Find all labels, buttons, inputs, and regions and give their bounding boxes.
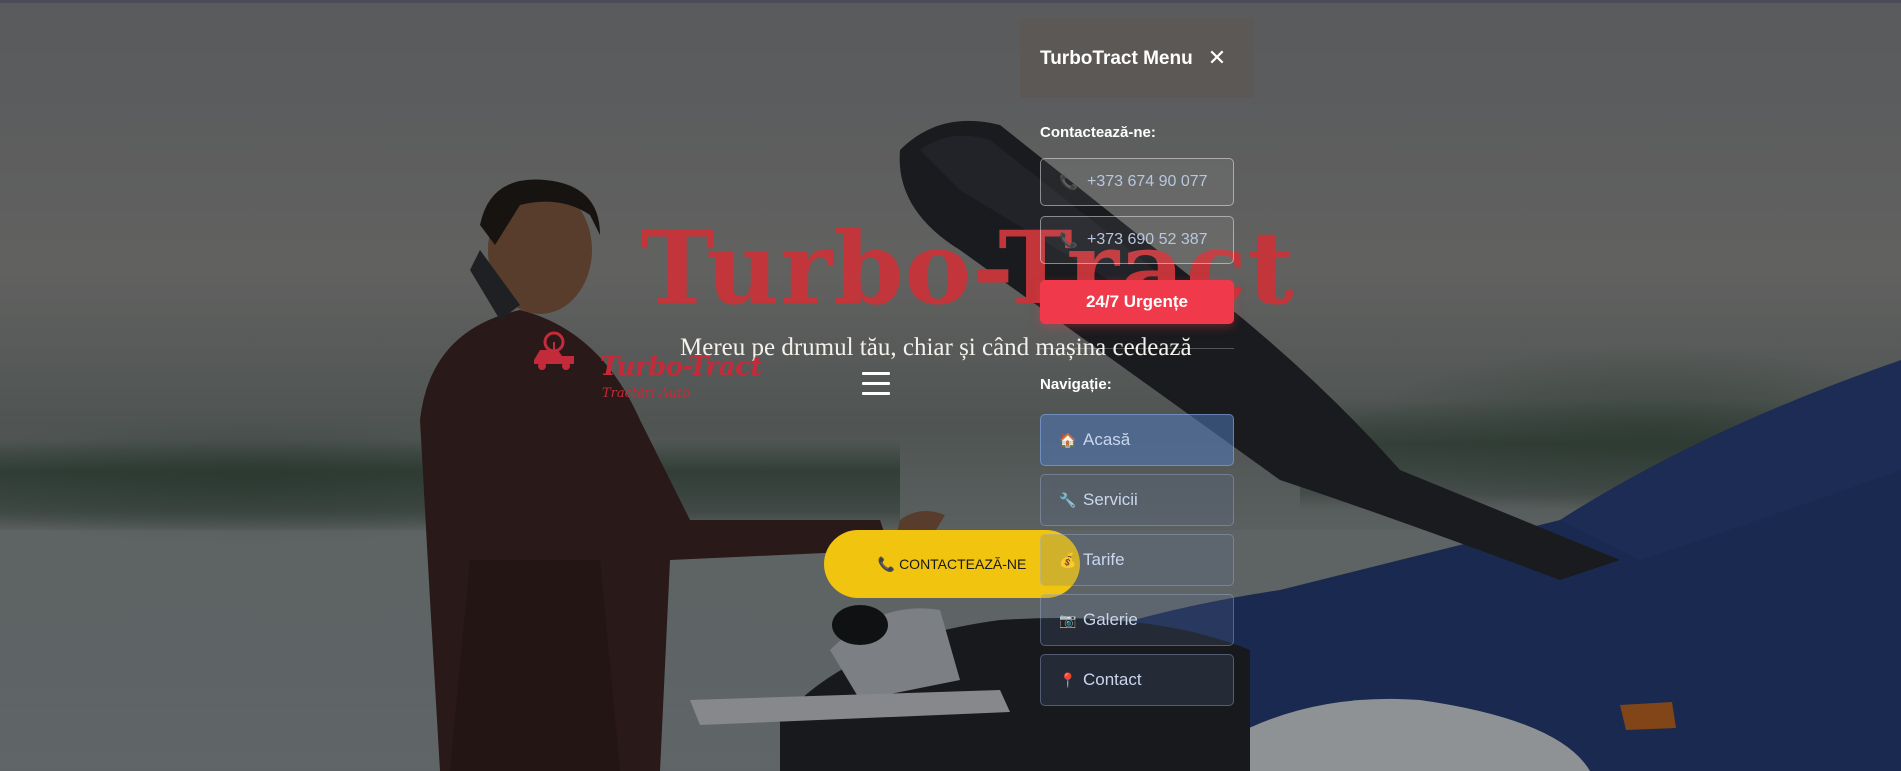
- logo-tagline: Tractări Auto: [602, 386, 691, 401]
- contact-section-label: Contactează-ne:: [1040, 124, 1156, 141]
- house-icon: 🏠: [1059, 431, 1077, 448]
- nav-item-label: Contact: [1083, 670, 1142, 689]
- navigation-section-label: Navigație:: [1040, 376, 1112, 393]
- urgent-24-7-button[interactable]: 24/7 Urgențe: [1040, 280, 1234, 324]
- nav-item-tarife[interactable]: 💰 Tarife: [1040, 534, 1234, 586]
- contact-us-label: CONTACTEAZĂ-NE: [899, 556, 1027, 572]
- hamburger-menu-icon[interactable]: [862, 372, 890, 396]
- side-menu: TurboTract Menu ✕ Contactează-ne: 📞 +373…: [1020, 18, 1254, 718]
- menu-divider: [1040, 348, 1234, 349]
- nav-item-label: Servicii: [1083, 490, 1138, 509]
- phone-icon: 📞: [1059, 232, 1078, 249]
- phone-button-1[interactable]: 📞 +373 674 90 077: [1040, 158, 1234, 206]
- nav-item-galerie[interactable]: 📷 Galerie: [1040, 594, 1234, 646]
- pin-icon: 📍: [1059, 671, 1077, 688]
- money-bag-icon: 💰: [1059, 551, 1077, 568]
- phone-button-2[interactable]: 📞 +373 690 52 387: [1040, 216, 1234, 264]
- phone-number: +373 674 90 077: [1087, 173, 1208, 190]
- phone-icon: 📞: [1059, 174, 1078, 191]
- nav-item-contact[interactable]: 📍 Contact: [1040, 654, 1234, 706]
- close-icon[interactable]: ✕: [1204, 44, 1230, 72]
- phone-icon: 📞: [877, 555, 896, 572]
- logo-name: Turbo-Tract: [600, 352, 762, 382]
- camera-icon: 📷: [1059, 611, 1077, 628]
- top-border: [0, 0, 1901, 3]
- nav-item-label: Tarife: [1083, 550, 1125, 569]
- hero-dark-overlay: [0, 0, 1901, 771]
- wrench-icon: 🔧: [1059, 491, 1077, 508]
- nav-item-servicii[interactable]: 🔧 Servicii: [1040, 474, 1234, 526]
- menu-title: TurboTract Menu: [1040, 48, 1193, 69]
- nav-item-label: Acasă: [1083, 430, 1131, 449]
- nav-item-acasa[interactable]: 🏠 Acasă: [1040, 414, 1234, 466]
- brand-logo[interactable]: Turbo-Tract Tractări Auto: [528, 322, 762, 408]
- nav-item-label: Galerie: [1083, 610, 1138, 629]
- menu-header: TurboTract Menu ✕: [1020, 18, 1254, 98]
- phone-number: +373 690 52 387: [1087, 231, 1208, 248]
- tow-truck-logo-icon: [534, 331, 574, 370]
